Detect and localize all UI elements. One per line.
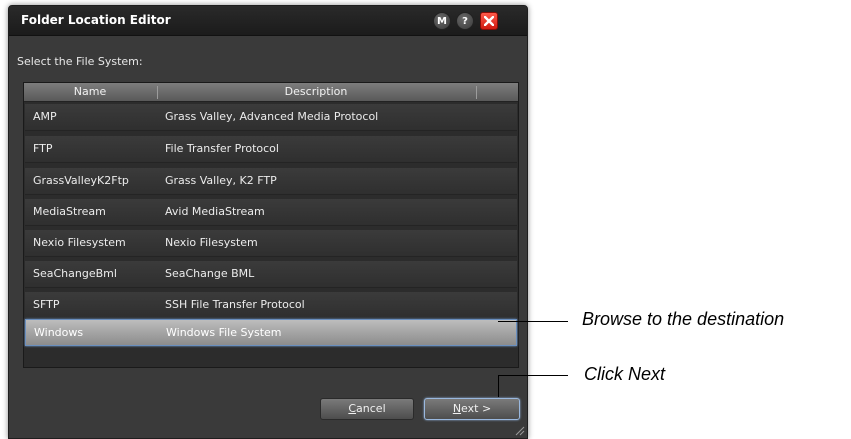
row-name: Windows <box>34 326 84 339</box>
next-mnemonic: N <box>452 402 462 415</box>
cancel-button[interactable]: Cancel <box>320 398 414 420</box>
next-callout-line-vertical <box>498 375 499 397</box>
resize-grip-icon[interactable] <box>513 424 525 436</box>
row-description: Avid MediaStream <box>165 205 265 218</box>
row-description: File Transfer Protocol <box>165 142 279 155</box>
next-label: ext > <box>461 402 492 415</box>
table-row-selected[interactable]: Windows Windows File System <box>25 319 517 346</box>
row-name: GrassValleyK2Ftp <box>33 174 129 187</box>
folder-location-editor-dialog: Folder Location Editor M ? Select the Fi… <box>8 5 528 439</box>
row-name: SFTP <box>33 298 60 311</box>
row-description: Windows File System <box>166 326 282 339</box>
cancel-label: ancel <box>356 402 386 415</box>
table-row[interactable]: SeaChangeBml SeaChange BML <box>25 261 517 288</box>
table-header: Name Description <box>24 83 518 102</box>
row-name: AMP <box>33 110 57 123</box>
row-description: Grass Valley, K2 FTP <box>165 174 277 187</box>
column-header-description[interactable]: Description <box>158 85 474 98</box>
row-name: Nexio Filesystem <box>33 236 126 249</box>
row-description: Grass Valley, Advanced Media Protocol <box>165 110 379 123</box>
file-system-table: Name Description AMP Grass Valley, Advan… <box>23 82 519 368</box>
browse-callout-text: Browse to the destination <box>582 309 785 329</box>
table-row[interactable]: SFTP SSH File Transfer Protocol <box>25 292 517 319</box>
title-bar[interactable]: Folder Location Editor M ? <box>9 6 527 36</box>
next-button[interactable]: Next > <box>424 398 520 420</box>
close-button[interactable] <box>480 12 498 30</box>
column-header-name[interactable]: Name <box>24 85 156 98</box>
table-row[interactable]: GrassValleyK2Ftp Grass Valley, K2 FTP <box>25 168 517 195</box>
close-icon <box>484 16 494 26</box>
row-name: FTP <box>33 142 53 155</box>
table-row[interactable]: FTP File Transfer Protocol <box>25 136 517 163</box>
row-description: SSH File Transfer Protocol <box>165 298 305 311</box>
cancel-mnemonic: C <box>348 402 357 415</box>
column-divider[interactable] <box>476 86 477 99</box>
row-name: MediaStream <box>33 205 106 218</box>
next-callout-text: Click Next <box>584 364 666 384</box>
m-button[interactable]: M <box>433 12 451 30</box>
select-file-system-label: Select the File System: <box>17 55 143 68</box>
table-row[interactable]: Nexio Filesystem Nexio Filesystem <box>25 230 517 257</box>
dialog-title: Folder Location Editor <box>21 13 171 27</box>
row-description: Nexio Filesystem <box>165 236 258 249</box>
table-row[interactable]: AMP Grass Valley, Advanced Media Protoco… <box>25 104 517 131</box>
row-name: SeaChangeBml <box>33 267 117 280</box>
row-description: SeaChange BML <box>165 267 255 280</box>
browse-callout-line <box>498 321 568 322</box>
next-callout-line <box>498 375 568 376</box>
help-button[interactable]: ? <box>456 12 474 30</box>
table-row[interactable]: MediaStream Avid MediaStream <box>25 199 517 226</box>
